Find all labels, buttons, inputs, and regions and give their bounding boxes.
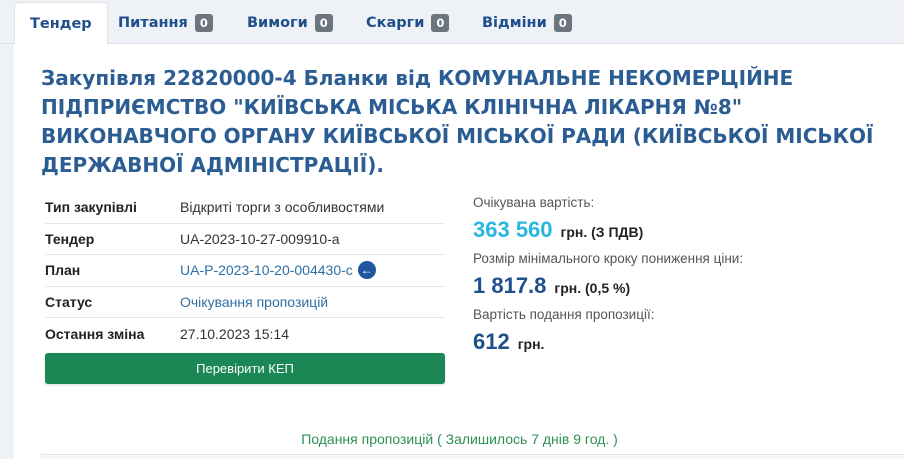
plan-label: План <box>45 262 81 279</box>
info-row-last-change: Остання зміна 27.10.2023 15:14 <box>45 318 445 350</box>
bid-fee-amount: 612 <box>473 329 510 354</box>
status-value: Очікування пропозицій <box>180 293 329 310</box>
bid-fee-unit: грн. <box>517 336 545 352</box>
type-label: Тип закупівлі <box>45 199 137 216</box>
expected-value-label: Очікувана вартість: <box>473 195 595 210</box>
tender-card: Закупівля 22820000-4 Бланки від КОМУНАЛЬ… <box>15 44 904 459</box>
type-value: Відкриті торги з особливостями <box>180 199 385 216</box>
tab-complaints-label: Скарги <box>366 15 425 31</box>
tab-claims[interactable]: Вимоги 0 <box>237 2 343 44</box>
plan-link-wrap: UA-P-2023-10-20-004430-c ← <box>180 261 376 280</box>
complaints-count-badge: 0 <box>431 14 450 32</box>
min-step-unit: грн. (0,5 %) <box>554 280 631 296</box>
claims-count-badge: 0 <box>314 14 333 32</box>
timeline-bar <box>41 454 904 459</box>
min-step-label: Розмір мінімального кроку пониження ціни… <box>473 251 744 266</box>
last-change-value: 27.10.2023 15:14 <box>180 325 289 342</box>
expected-value-amount: 363 560 <box>473 217 553 242</box>
min-step-amount: 1 817.8 <box>473 273 547 298</box>
bid-fee-line: 612 грн. <box>473 327 893 357</box>
expected-value-unit: грн. (З ПДВ) <box>560 224 644 240</box>
tab-cancellations[interactable]: Відміни 0 <box>472 2 582 44</box>
expected-value-line: 363 560 грн. (З ПДВ) <box>473 215 893 245</box>
tab-questions-label: Питання <box>118 15 188 31</box>
arrow-left-circle-icon[interactable]: ← <box>357 261 376 280</box>
info-row-plan: План UA-P-2023-10-20-004430-c ← <box>45 255 445 287</box>
verify-kep-button[interactable]: Перевірити КЕП <box>45 353 445 384</box>
tender-id-value: UA-2023-10-27-009910-a <box>180 230 340 247</box>
questions-count-badge: 0 <box>194 14 213 32</box>
price-panel: Очікувана вартість: 363 560 грн. (З ПДВ)… <box>473 194 893 362</box>
tender-label: Тендер <box>45 230 95 247</box>
status-label: Статус <box>45 293 93 310</box>
tab-complaints[interactable]: Скарги 0 <box>356 2 459 44</box>
last-change-label: Остання зміна <box>45 325 145 342</box>
info-row-tender: Тендер UA-2023-10-27-009910-a <box>45 224 445 255</box>
plan-link[interactable]: UA-P-2023-10-20-004430-c <box>180 262 353 278</box>
tab-cancellations-label: Відміни <box>482 15 547 31</box>
tab-tender[interactable]: Тендер <box>14 2 108 45</box>
tab-bar: Тендер Питання 0 Вимоги 0 Скарги 0 Відмі… <box>0 0 904 45</box>
tab-questions[interactable]: Питання 0 <box>108 2 223 44</box>
tab-tender-label: Тендер <box>30 15 92 32</box>
cancellations-count-badge: 0 <box>553 14 572 32</box>
bid-fee-label: Вартість подання пропозиції: <box>473 307 655 322</box>
page-title: Закупівля 22820000-4 Бланки від КОМУНАЛЬ… <box>41 66 874 177</box>
tender-info-table: Тип закупівлі Відкриті торги з особливос… <box>45 192 445 350</box>
info-row-type: Тип закупівлі Відкриті торги з особливос… <box>45 192 445 224</box>
min-step-line: 1 817.8 грн. (0,5 %) <box>473 271 893 301</box>
submission-period-status: Подання пропозицій ( Залишилось 7 днів 9… <box>301 431 618 447</box>
info-row-status: Статус Очікування пропозицій <box>45 287 445 318</box>
tab-claims-label: Вимоги <box>247 15 308 31</box>
